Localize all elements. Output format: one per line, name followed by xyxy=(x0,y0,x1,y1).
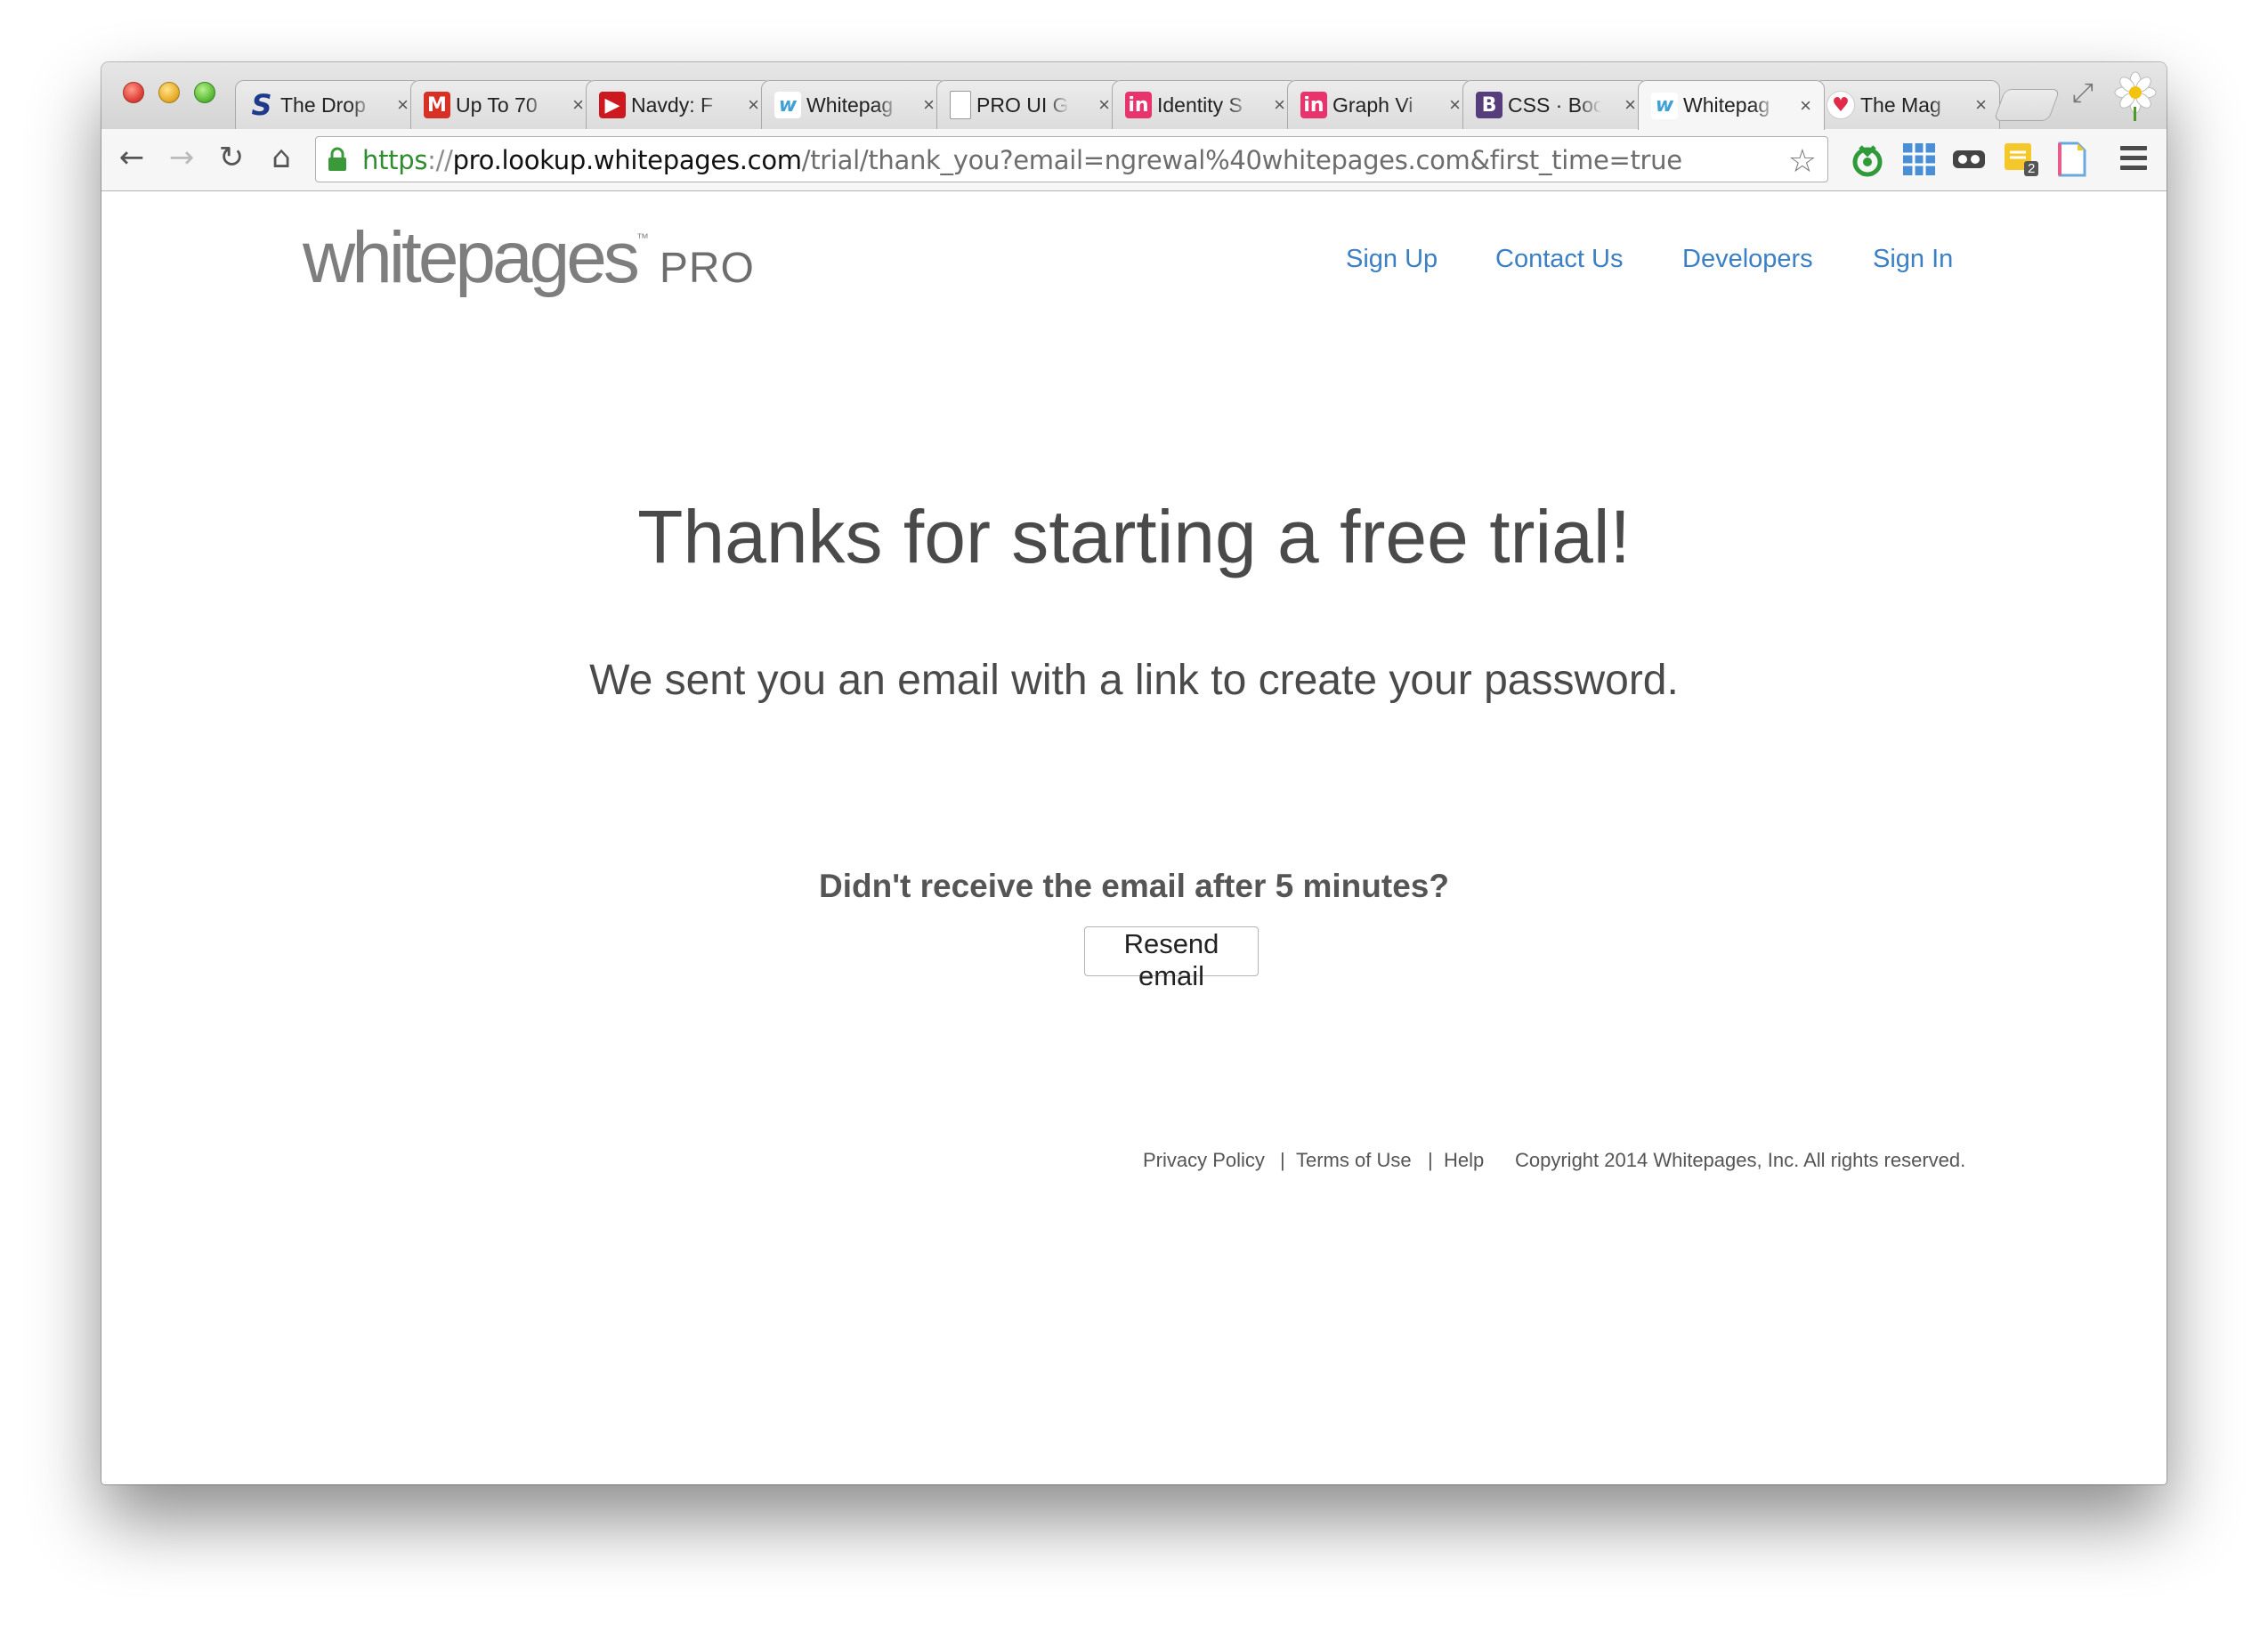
minimize-window-button[interactable] xyxy=(158,82,180,103)
invision-icon: in xyxy=(1300,92,1327,118)
browser-tab[interactable]: M Up To 70 × xyxy=(410,80,597,129)
extension-mask-icon[interactable] xyxy=(1949,140,1989,179)
browser-tab[interactable]: in Graph Vi × xyxy=(1287,80,1474,129)
bookmark-star-icon[interactable]: ☆ xyxy=(1788,142,1817,180)
browser-tab[interactable]: S The Drop × xyxy=(235,80,422,129)
profile-daisy-icon[interactable] xyxy=(2111,71,2159,121)
tab-close-icon[interactable]: × xyxy=(748,93,759,117)
browser-tab[interactable]: ▶ Navdy: F × xyxy=(586,80,773,129)
extension-blue-grid-icon[interactable] xyxy=(1899,140,1939,179)
footer-separator: | xyxy=(1280,1149,1285,1171)
resend-email-button[interactable]: Resend email xyxy=(1084,926,1259,991)
tab-title: Up To 70 xyxy=(456,93,538,117)
whitepages-icon: w xyxy=(1651,92,1678,119)
browser-window: S The Drop × M Up To 70 × ▶ Navdy: F × w Whitepag ×… xyxy=(101,62,2167,1484)
whitepages-icon: w xyxy=(774,92,801,118)
browser-tab[interactable]: in Identity S × xyxy=(1112,80,1299,129)
tab-close-icon[interactable]: × xyxy=(1624,93,1636,117)
tab-title: Whitepag xyxy=(806,93,894,117)
extension-green-icon[interactable] xyxy=(1848,140,1887,179)
browser-toolbar: ← → ↻ ⌂ https://pro.lookup.whitepages.co… xyxy=(101,129,2167,191)
zoom-window-button[interactable] xyxy=(194,82,215,103)
tab-title: PRO UI G xyxy=(976,93,1069,117)
whitepages-pro-logo[interactable]: whitepages™ PRO xyxy=(303,216,755,300)
browser-tab[interactable]: ♥ The Mag × xyxy=(1813,80,2000,129)
new-tab-button[interactable] xyxy=(1993,89,2061,121)
tab-title: Navdy: F xyxy=(631,93,714,117)
privacy-policy-link[interactable]: Privacy Policy xyxy=(1143,1149,1265,1172)
logo-wordmark: whitepages xyxy=(303,217,640,298)
terms-of-use-link[interactable]: Terms of Use xyxy=(1296,1149,1412,1172)
address-bar[interactable]: https://pro.lookup.whitepages.com/trial/… xyxy=(315,136,1828,182)
nav-sign-in[interactable]: Sign In xyxy=(1873,245,1953,274)
help-link[interactable]: Help xyxy=(1444,1149,1484,1172)
browser-tab[interactable]: PRO UI G × xyxy=(936,80,1123,129)
fullscreen-icon[interactable]: ⤢ xyxy=(2072,78,2094,109)
tab-close-icon[interactable]: × xyxy=(1449,93,1461,117)
page-title: Thanks for starting a free trial! xyxy=(637,495,1631,578)
browser-tab[interactable]: w Whitepag × xyxy=(761,80,948,129)
extension-badge: 2 xyxy=(2024,161,2039,176)
chrome-menu-icon[interactable] xyxy=(2120,146,2147,175)
nav-contact-us[interactable]: Contact Us xyxy=(1495,245,1623,274)
tab-title: CSS · Boo xyxy=(1508,93,1601,117)
nav-sign-up[interactable]: Sign Up xyxy=(1346,245,1438,274)
tab-strip: S The Drop × M Up To 70 × ▶ Navdy: F × w Whitepag ×… xyxy=(101,62,2167,130)
tab-close-icon[interactable]: × xyxy=(923,93,935,117)
close-window-button[interactable] xyxy=(123,82,144,103)
heart-icon: ♥ xyxy=(1827,91,1855,119)
browser-tab[interactable]: w Whitepag × xyxy=(1638,80,1825,130)
resend-prompt: Didn't receive the email after 5 minutes… xyxy=(819,868,1449,904)
tab-close-icon[interactable]: × xyxy=(1098,93,1110,117)
copyright-text: Copyright 2014 Whitepages, Inc. All righ… xyxy=(1515,1149,1966,1171)
tab-close-icon[interactable]: × xyxy=(397,93,409,117)
footer-separator: | xyxy=(1428,1149,1433,1171)
home-icon[interactable]: ⌂ xyxy=(262,138,301,177)
tab-title: Identity S xyxy=(1157,93,1243,117)
tab-close-icon[interactable]: × xyxy=(1975,93,1987,117)
logo-pro: PRO xyxy=(659,245,755,292)
forward-arrow-icon[interactable]: → xyxy=(162,138,201,177)
simplenote-s-icon: S xyxy=(251,88,272,122)
invision-icon: in xyxy=(1125,92,1152,118)
url-text: https://pro.lookup.whitepages.com/trial/… xyxy=(362,145,1682,175)
extension-notes-icon[interactable]: 2 xyxy=(2001,140,2040,179)
web-page: whitepages™ PRO Sign Up Contact Us Develo… xyxy=(101,191,2167,1484)
youtube-icon: ▶ xyxy=(599,92,626,118)
tab-close-icon[interactable]: × xyxy=(572,93,584,117)
tab-title: The Drop xyxy=(280,93,366,117)
extension-page-icon[interactable] xyxy=(2053,140,2092,179)
tab-close-icon[interactable]: × xyxy=(1274,93,1285,117)
back-arrow-icon[interactable]: ← xyxy=(112,138,151,177)
browser-tab[interactable]: B CSS · Boo × xyxy=(1462,80,1649,129)
nav-developers[interactable]: Developers xyxy=(1682,245,1813,274)
tab-title: Whitepag xyxy=(1683,93,1770,117)
tab-title: Graph Vi xyxy=(1332,93,1413,117)
bootstrap-icon: B xyxy=(1476,92,1503,118)
document-icon xyxy=(950,91,971,119)
reload-icon[interactable]: ↻ xyxy=(212,138,251,177)
confirmation-message: We sent you an email with a link to crea… xyxy=(589,657,1679,704)
tab-title: The Mag xyxy=(1860,93,1941,117)
tab-close-icon[interactable]: × xyxy=(1800,94,1811,117)
logo-trademark: ™ xyxy=(636,230,649,245)
lock-icon xyxy=(328,147,346,171)
gmail-icon: M xyxy=(424,92,450,118)
